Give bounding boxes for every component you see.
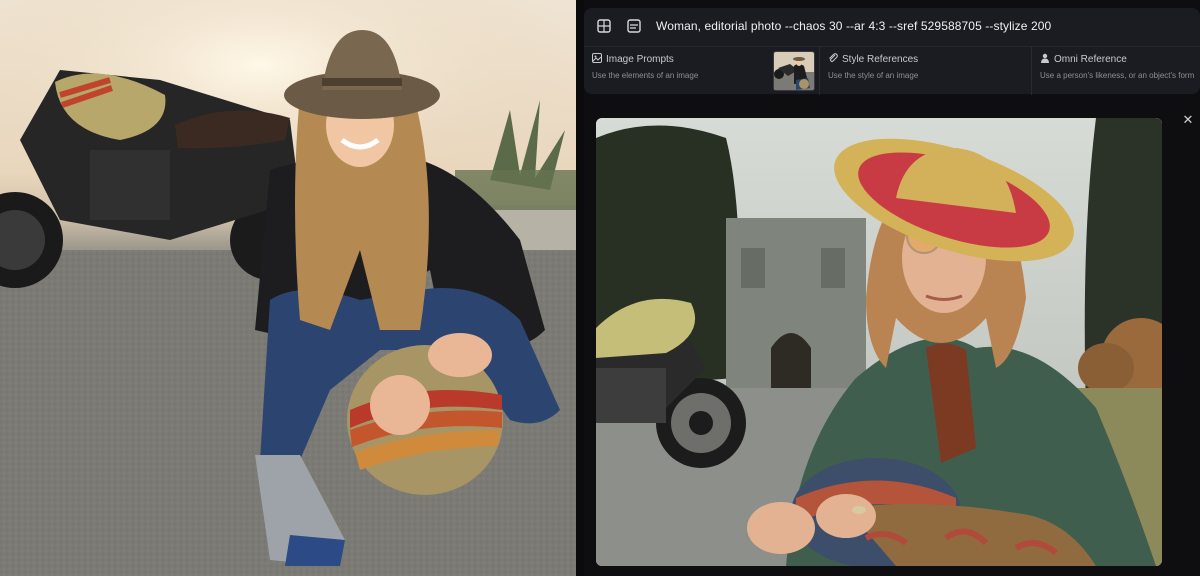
reference-options: Image Prompts Use the elements of an ima… [584, 46, 1200, 95]
image-prompt-icon[interactable] [622, 14, 646, 38]
generation-panel: Woman, editorial photo --chaos 30 --ar 4… [584, 0, 1200, 576]
image-icon [592, 53, 602, 66]
app-root: Woman, editorial photo --chaos 30 --ar 4… [0, 0, 1200, 576]
omni-reference-option[interactable]: Omni Reference Use a person's likeness, … [1032, 47, 1200, 95]
close-icon[interactable]: ✕ [1180, 112, 1196, 128]
generated-image[interactable] [596, 118, 1162, 566]
omni-reference-subtitle: Use a person's likeness, or an object's … [1040, 71, 1195, 80]
image-prompts-option[interactable]: Image Prompts Use the elements of an ima… [584, 47, 820, 95]
paperclip-icon [828, 53, 838, 66]
style-references-option[interactable]: Style References Use the style of an ima… [820, 47, 1032, 95]
divider [576, 0, 584, 576]
style-references-title: Style References [828, 53, 1031, 66]
image-prompt-thumbnail[interactable] [773, 51, 815, 91]
prompt-text[interactable]: Woman, editorial photo --chaos 30 --ar 4… [656, 19, 1051, 33]
prompt-row: Woman, editorial photo --chaos 30 --ar 4… [584, 8, 1200, 44]
style-references-label: Style References [842, 54, 919, 65]
image-prompts-label: Image Prompts [606, 54, 674, 65]
omni-reference-label: Omni Reference [1054, 54, 1127, 65]
image-icon[interactable] [592, 14, 616, 38]
person-icon [1040, 53, 1050, 66]
style-references-subtitle: Use the style of an image [828, 71, 919, 80]
prompt-bar: Woman, editorial photo --chaos 30 --ar 4… [584, 8, 1200, 95]
reference-photo [0, 0, 576, 576]
omni-reference-title: Omni Reference [1040, 53, 1200, 66]
